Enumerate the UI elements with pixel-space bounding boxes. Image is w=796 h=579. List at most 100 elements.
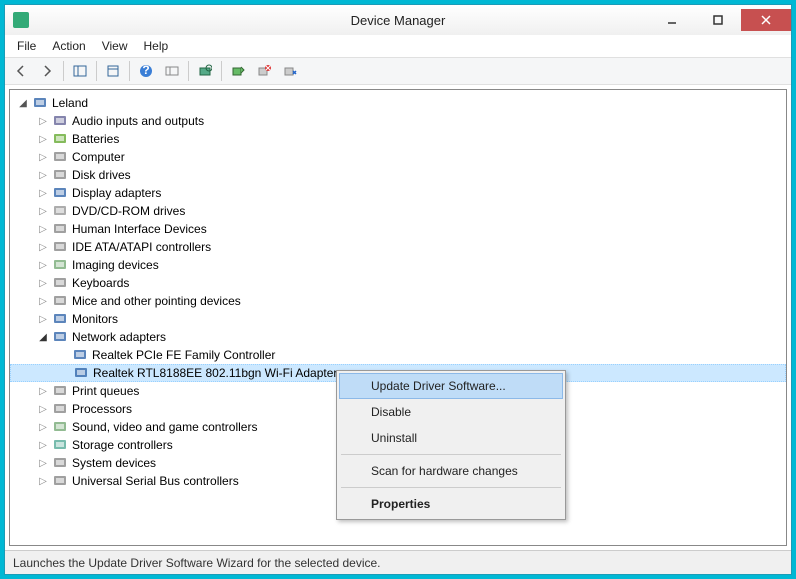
category-label: Universal Serial Bus controllers <box>72 474 239 488</box>
properties-button[interactable] <box>101 59 125 83</box>
print-icon <box>52 383 68 399</box>
show-hide-console-tree-button[interactable] <box>68 59 92 83</box>
tree-category[interactable]: ▷ Imaging devices <box>10 256 786 274</box>
expand-icon[interactable]: ▷ <box>36 204 50 218</box>
expand-icon[interactable]: ▷ <box>36 420 50 434</box>
device-label: Realtek RTL8188EE 802.11bgn Wi-Fi Adapte… <box>93 366 337 380</box>
nic-icon <box>72 347 88 363</box>
usb-icon <box>52 473 68 489</box>
disk-icon <box>52 167 68 183</box>
category-label: Imaging devices <box>72 258 159 272</box>
tree-category[interactable]: ▷ Disk drives <box>10 166 786 184</box>
category-label: Monitors <box>72 312 118 326</box>
hid-icon <box>52 221 68 237</box>
context-menu-item[interactable]: Properties <box>339 491 563 517</box>
network-icon <box>52 329 68 345</box>
imaging-icon <box>52 257 68 273</box>
expand-icon[interactable]: ▷ <box>36 114 50 128</box>
tree-category[interactable]: ▷ Keyboards <box>10 274 786 292</box>
expand-icon[interactable]: ▷ <box>36 240 50 254</box>
keyboard-icon <box>52 275 68 291</box>
collapse-icon[interactable]: ◢ <box>16 96 30 110</box>
context-menu-separator <box>341 487 561 488</box>
monitor-icon <box>52 311 68 327</box>
category-label: Storage controllers <box>72 438 173 452</box>
tree-category[interactable]: ▷ Computer <box>10 148 786 166</box>
dvd-icon <box>52 203 68 219</box>
status-text: Launches the Update Driver Software Wiza… <box>13 556 381 570</box>
expand-icon[interactable]: ▷ <box>36 438 50 452</box>
scan-hardware-button[interactable] <box>193 59 217 83</box>
expand-icon[interactable]: ▷ <box>36 150 50 164</box>
expand-icon[interactable]: ▷ <box>36 474 50 488</box>
category-label: Computer <box>72 150 125 164</box>
category-label: DVD/CD-ROM drives <box>72 204 185 218</box>
expand-icon[interactable]: ▷ <box>36 132 50 146</box>
tree-category[interactable]: ▷ IDE ATA/ATAPI controllers <box>10 238 786 256</box>
expand-icon[interactable]: ▷ <box>36 222 50 236</box>
storage-icon <box>52 437 68 453</box>
tree-device[interactable]: Realtek PCIe FE Family Controller <box>10 346 786 364</box>
expand-icon[interactable]: ▷ <box>36 294 50 308</box>
expand-icon[interactable]: ▷ <box>36 402 50 416</box>
sound-icon <box>52 419 68 435</box>
collapse-icon[interactable]: ◢ <box>36 330 50 344</box>
system-icon <box>52 455 68 471</box>
help-button[interactable]: ? <box>134 59 158 83</box>
context-menu-item[interactable]: Disable <box>339 399 563 425</box>
category-label: Disk drives <box>72 168 131 182</box>
category-label: Batteries <box>72 132 119 146</box>
category-label: System devices <box>72 456 156 470</box>
context-menu-item[interactable]: Update Driver Software... <box>339 373 563 399</box>
category-label: Processors <box>72 402 132 416</box>
menu-view[interactable]: View <box>94 37 136 55</box>
uninstall-button[interactable] <box>252 59 276 83</box>
tree-category[interactable]: ▷ Human Interface Devices <box>10 220 786 238</box>
battery-icon <box>52 131 68 147</box>
category-label: Audio inputs and outputs <box>72 114 204 128</box>
forward-button[interactable] <box>35 59 59 83</box>
action-button[interactable] <box>160 59 184 83</box>
tree-category[interactable]: ▷ Mice and other pointing devices <box>10 292 786 310</box>
tree-root[interactable]: ◢ Leland <box>10 94 786 112</box>
expand-icon[interactable]: ▷ <box>36 276 50 290</box>
device-label: Realtek PCIe FE Family Controller <box>92 348 275 362</box>
category-label: Print queues <box>72 384 139 398</box>
menu-file[interactable]: File <box>9 37 44 55</box>
back-button[interactable] <box>9 59 33 83</box>
update-driver-button[interactable] <box>226 59 250 83</box>
context-menu-item[interactable]: Scan for hardware changes <box>339 458 563 484</box>
expand-icon[interactable]: ▷ <box>36 384 50 398</box>
category-label: Keyboards <box>72 276 129 290</box>
toolbar: ? <box>5 57 791 85</box>
expand-icon[interactable]: ▷ <box>36 456 50 470</box>
expand-icon[interactable]: ▷ <box>36 186 50 200</box>
display-icon <box>52 185 68 201</box>
category-label: Human Interface Devices <box>72 222 207 236</box>
expand-icon[interactable]: ▷ <box>36 258 50 272</box>
expand-icon[interactable]: ▷ <box>36 312 50 326</box>
titlebar: Device Manager <box>5 5 791 35</box>
menu-action[interactable]: Action <box>44 37 93 55</box>
tree-root-label: Leland <box>52 96 88 110</box>
tree-category[interactable]: ▷ Monitors <box>10 310 786 328</box>
category-label: Sound, video and game controllers <box>72 420 257 434</box>
disable-button[interactable] <box>278 59 302 83</box>
context-menu-item[interactable]: Uninstall <box>339 425 563 451</box>
context-menu: Update Driver Software...DisableUninstal… <box>336 370 566 520</box>
tree-category[interactable]: ▷ Batteries <box>10 130 786 148</box>
toolbar-separator <box>221 61 222 81</box>
tree-category[interactable]: ▷ Display adapters <box>10 184 786 202</box>
nic-icon <box>73 365 89 381</box>
toolbar-separator <box>129 61 130 81</box>
expand-icon[interactable]: ▷ <box>36 168 50 182</box>
computer-icon <box>32 95 48 111</box>
svg-text:?: ? <box>142 64 149 77</box>
cpu-icon <box>52 401 68 417</box>
tree-category[interactable]: ▷ DVD/CD-ROM drives <box>10 202 786 220</box>
menu-help[interactable]: Help <box>136 37 177 55</box>
context-menu-separator <box>341 454 561 455</box>
tree-category[interactable]: ◢ Network adapters <box>10 328 786 346</box>
tree-category[interactable]: ▷ Audio inputs and outputs <box>10 112 786 130</box>
category-label: Mice and other pointing devices <box>72 294 241 308</box>
